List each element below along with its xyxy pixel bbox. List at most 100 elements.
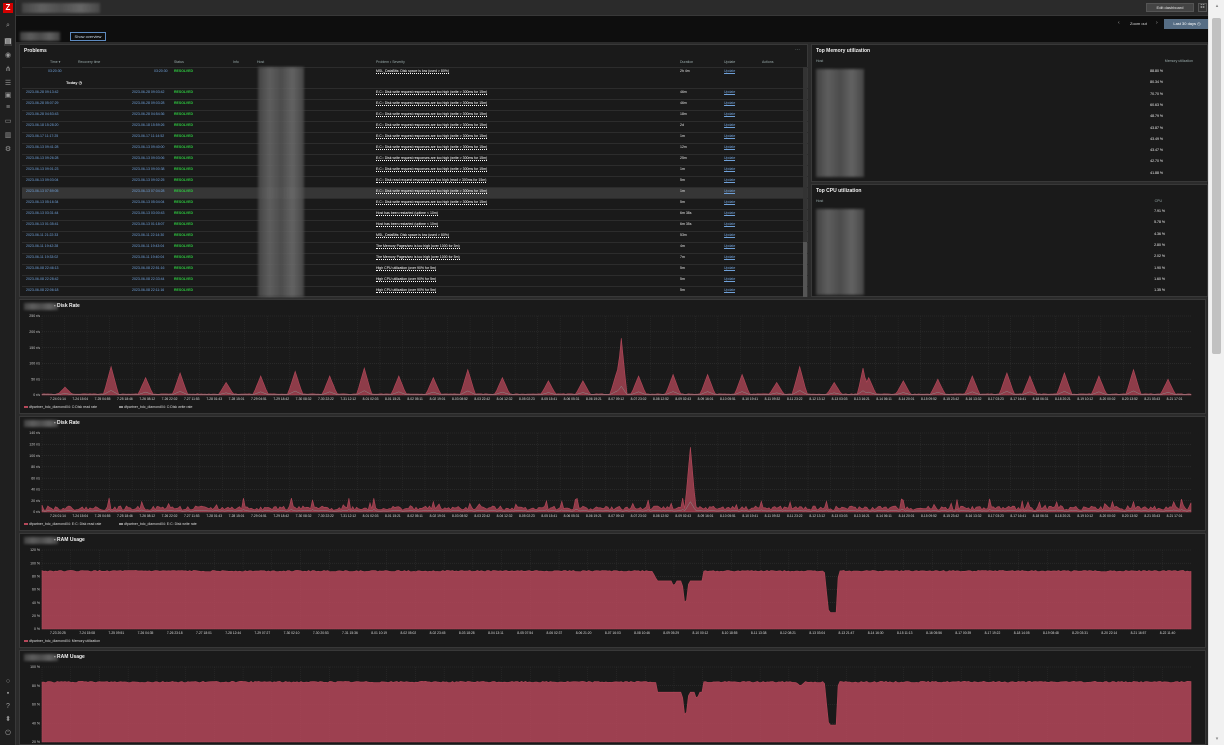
problem-update-link[interactable]: Update xyxy=(724,134,736,139)
problem-time[interactable]: 2023-06-13 03:31:44 xyxy=(26,211,59,215)
share-icon[interactable]: ▪ xyxy=(4,690,12,698)
column-header[interactable]: Duration xyxy=(680,60,693,64)
alert-icon[interactable]: ▥ xyxy=(4,132,12,140)
problem-name[interactable]: High CPU utilization (over 90% for 5m) xyxy=(376,277,437,282)
problem-name[interactable]: Host has been restarted (uptime < 10m) xyxy=(376,211,438,216)
scroll-up-icon[interactable]: ▴ xyxy=(1213,3,1221,9)
problems-scroll-thumb[interactable] xyxy=(803,242,807,297)
column-header[interactable]: Info xyxy=(233,60,239,64)
problem-name[interactable]: MSL_DataBits: Disk space is low (used > … xyxy=(376,69,450,74)
power-icon[interactable]: ⏻ xyxy=(4,730,12,738)
problem-time[interactable]: 2023-06-08 22:06:18 xyxy=(26,288,59,292)
problem-update-link[interactable]: Update xyxy=(724,156,736,161)
problem-name[interactable]: The Memory Pages/sec is too high (over 1… xyxy=(376,255,460,260)
ram-usage-graph-1[interactable]: - RAM Usage 120 % 100 % 80 % 60 % 40 % 20 % 0 %… xyxy=(19,533,1206,648)
list-view-icon[interactable]: ☷ xyxy=(1198,3,1207,12)
problem-name[interactable]: E:C:: Disk write request responses are t… xyxy=(376,112,488,117)
eye-icon[interactable]: ◉ xyxy=(4,52,12,60)
problem-name[interactable]: E:C:: Disk read request responses are to… xyxy=(376,178,487,183)
legend-item[interactable]: dfpartner_bdc_diamond04: Memory utilizat… xyxy=(24,639,100,643)
problem-name[interactable]: E:C:: Disk write request responses are t… xyxy=(376,156,488,161)
problem-time[interactable]: 2023-06-13 05:16:34 xyxy=(26,200,59,204)
page-scrollbar[interactable]: ▴ ▾ xyxy=(1208,0,1224,745)
problem-time[interactable]: 2023-06-17 11:17:25 xyxy=(26,134,58,138)
problem-time[interactable]: 03:20:30 xyxy=(48,69,62,73)
disk-rate-graph-2[interactable]: - Disk Rate 140 r/s 120 r/s 100 r/s 80 r/s 60… xyxy=(19,416,1206,531)
problem-update-link[interactable]: Update xyxy=(724,255,736,260)
dashboard-page-tab-redacted[interactable] xyxy=(20,32,60,41)
report-icon[interactable]: ▣ xyxy=(4,92,12,100)
column-header[interactable]: Update xyxy=(724,60,735,64)
problem-time[interactable]: 2023-06-13 09:41:28 xyxy=(26,145,59,149)
widget-menu-icon[interactable]: ⋯ xyxy=(795,47,800,53)
legend-item[interactable]: dfpartner_bdc_diamond04: E:C: Disk write… xyxy=(119,522,197,526)
problem-time[interactable]: 2023-06-18 15:28:20 xyxy=(26,123,59,127)
problem-time[interactable]: 2023-06-13 07:59:05 xyxy=(26,189,59,193)
problem-update-link[interactable]: Update xyxy=(724,244,736,249)
problem-time[interactable]: 2023-06-08 22:28:42 xyxy=(26,277,59,281)
column-header[interactable]: Recovery time xyxy=(78,60,100,64)
legend-item[interactable]: dfpartner_bdc_diamond04: C:Disk read rat… xyxy=(24,405,97,409)
legend-item[interactable]: dfpartner_bdc_diamond04: C:Disk write ra… xyxy=(119,405,192,409)
problem-name[interactable]: E:C:: Disk write request responses are t… xyxy=(376,101,488,106)
column-header[interactable]: Host xyxy=(257,60,264,64)
column-header[interactable]: Problem • Severity xyxy=(376,60,405,64)
problem-time[interactable]: 2023-06-28 09:13:42 xyxy=(26,90,59,94)
problem-name[interactable]: High CPU utilization (over 90% for 5m) xyxy=(376,266,437,271)
problem-update-link[interactable]: Update xyxy=(724,211,736,216)
problem-name[interactable]: E:C:: Disk write request responses are t… xyxy=(376,134,488,139)
problem-name[interactable]: E:C:: Disk write request responses are t… xyxy=(376,189,488,194)
problem-update-link[interactable]: Update xyxy=(724,233,736,238)
problem-time[interactable]: 2023-06-13 09:03:04 xyxy=(26,178,59,182)
problem-time[interactable]: 2023-06-28 05:07:29 xyxy=(26,101,59,105)
problem-name[interactable]: E:C:: Disk write request responses are t… xyxy=(376,90,488,95)
ram-usage-graph-2[interactable]: - RAM Usage 100 % 80 % 60 % 40 % 20 % xyxy=(19,650,1206,745)
problem-name[interactable]: The Memory Pages/sec is too high (over 1… xyxy=(376,244,460,249)
problem-time[interactable]: 2023-06-11 19:42:28 xyxy=(26,244,58,248)
column-header[interactable]: Actions xyxy=(762,60,773,64)
problem-update-link[interactable]: Update xyxy=(724,123,736,128)
help-icon[interactable]: ? xyxy=(4,703,12,711)
zoom-out-button[interactable]: Zoom out xyxy=(1130,21,1147,26)
problem-time[interactable]: 2023-06-11 21:22:33 xyxy=(26,233,58,237)
prev-period-icon[interactable]: ‹ xyxy=(1118,20,1120,26)
problem-update-link[interactable]: Update xyxy=(724,167,736,172)
problem-name[interactable]: MSL_DataBits: Disk space is low (used > … xyxy=(376,233,450,238)
problem-time[interactable]: 2023-06-13 01:35:41 xyxy=(26,222,59,226)
problem-time[interactable]: 2023-06-13 09:01:23 xyxy=(26,167,59,171)
list-icon[interactable]: ☰ xyxy=(4,80,12,88)
problem-name[interactable]: E:C:: Disk write request responses are t… xyxy=(376,167,488,172)
next-period-icon[interactable]: › xyxy=(1156,20,1158,26)
disk-rate-graph-1[interactable]: - Disk Rate 250 r/s 200 r/s 150 r/s 100 r/s 5… xyxy=(19,299,1206,414)
problem-name[interactable]: E:C:: Disk write request responses are t… xyxy=(376,123,488,128)
support-icon[interactable]: ○ xyxy=(4,678,12,686)
problem-update-link[interactable]: Update xyxy=(724,69,736,74)
problem-time[interactable]: 2023-06-08 22:46:13 xyxy=(26,266,59,270)
search-icon[interactable]: ⌕ xyxy=(4,22,12,30)
problem-update-link[interactable]: Update xyxy=(724,178,736,183)
problem-time[interactable]: 2023-06-11 19:33:02 xyxy=(26,255,58,259)
zabbix-logo[interactable]: Z xyxy=(3,3,13,13)
column-header[interactable]: Time ▾ xyxy=(50,60,60,64)
user-icon[interactable]: ⬍ xyxy=(4,716,12,724)
problem-update-link[interactable]: Update xyxy=(724,90,736,95)
problem-name[interactable]: High CPU utilization (over 90% for 5m) xyxy=(376,288,437,293)
problem-update-link[interactable]: Update xyxy=(724,189,736,194)
problem-update-link[interactable]: Update xyxy=(724,200,736,205)
problem-update-link[interactable]: Update xyxy=(724,112,736,117)
problem-time[interactable]: 2023-06-28 04:53:43 xyxy=(26,112,59,116)
edit-dashboard-button[interactable]: Edit dashboard xyxy=(1146,3,1194,12)
legend-item[interactable]: dfpartner_bdc_diamond04: E:C: Disk read … xyxy=(24,522,101,526)
page-scroll-thumb[interactable] xyxy=(1212,18,1221,354)
show-overview-button[interactable]: Show overview xyxy=(70,32,106,41)
problem-update-link[interactable]: Update xyxy=(724,266,736,271)
problems-scrollbar[interactable] xyxy=(803,67,807,297)
problem-update-link[interactable]: Update xyxy=(724,288,736,293)
layers-icon[interactable]: ≡ xyxy=(4,104,12,112)
column-header[interactable]: Status xyxy=(174,60,184,64)
problem-name[interactable]: E:C:: Disk write request responses are t… xyxy=(376,145,488,150)
gear-icon[interactable]: ⚙ xyxy=(4,146,12,154)
problem-name[interactable]: Host has been restarted (uptime < 10m) xyxy=(376,222,438,227)
time-range-button[interactable]: Last 30 days ◷ xyxy=(1164,19,1210,29)
problem-time[interactable]: 2023-06-13 09:26:28 xyxy=(26,156,59,160)
